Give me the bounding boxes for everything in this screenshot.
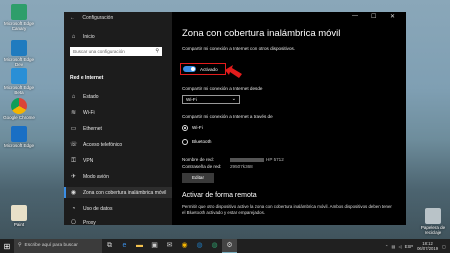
home-icon: ⌂ [71, 34, 76, 40]
radio-wifi-label: Wi-Fi [192, 125, 203, 130]
share-via-label: Compartir mi conexión a Internet a travé… [182, 114, 273, 119]
radio-wifi[interactable] [182, 125, 188, 131]
chrome-taskbar-icon[interactable]: ◉ [177, 239, 192, 253]
edge-dev-icon [11, 40, 27, 56]
nav-item-airplane[interactable]: ✈ Modo avión [70, 174, 109, 180]
remote-section-text: Permitir que otro dispositivo active la … [182, 204, 392, 215]
clock[interactable]: 18:12 06/07/2019 [417, 241, 438, 251]
toggle-state-label: Activado [200, 67, 218, 72]
nav-item-home[interactable]: ⌂ Inicio [70, 34, 95, 40]
system-tray: ⌃ ▤ ◁ ESP 18:12 06/07/2019 ▢ [385, 239, 446, 253]
status-icon: ⌂ [71, 94, 76, 100]
close-button[interactable]: ✕ [390, 13, 395, 20]
desktop-icon-edge-beta[interactable]: Microsoft Edge Beta [2, 68, 36, 95]
chevron-down-icon: ⌄ [231, 96, 236, 102]
edit-button[interactable]: Editar [182, 173, 214, 183]
language-indicator[interactable]: ESP [405, 244, 413, 249]
desktop-icon-recycle-bin[interactable]: Papelera de reciclaje [416, 208, 450, 235]
redacted-block [230, 157, 264, 162]
settings-nav-pane: ← Configuración ⌂ Inicio Buscar una conf… [64, 12, 172, 226]
network-name-value: HP 5712 [230, 157, 284, 162]
network-icon[interactable]: ▤ [391, 244, 395, 249]
nav-item-wifi[interactable]: ≋ Wi-Fi [70, 110, 95, 116]
nav-item-vpn[interactable]: ⚿ VPN [70, 158, 93, 164]
desktop-icon-paint[interactable]: Paint [2, 205, 36, 227]
settings-search-input[interactable]: Buscar una configuración ⚲ [70, 47, 162, 56]
network-name-label: Nombre de red: [182, 157, 214, 162]
notifications-icon[interactable]: ▢ [442, 244, 446, 249]
recycle-bin-icon [425, 208, 441, 224]
radio-bluetooth[interactable] [182, 139, 188, 145]
volume-icon[interactable]: ◁ [398, 244, 401, 249]
radio-bluetooth-label: Bluetooth [192, 139, 212, 144]
search-icon: ⚲ [18, 243, 22, 248]
edge-taskbar-icon[interactable]: e [117, 239, 132, 253]
desktop-icon-edge[interactable]: Microsoft Edge [2, 126, 36, 148]
file-explorer-icon[interactable]: ▬ [132, 239, 147, 253]
nav-item-proxy[interactable]: ⎔ Proxy [70, 220, 96, 226]
phone-icon: ☏ [70, 142, 78, 148]
settings-window: ← Configuración ⌂ Inicio Buscar una conf… [64, 12, 406, 226]
page-title: Zona con cobertura inalámbrica móvil [182, 28, 341, 39]
edge-canary-icon [11, 4, 27, 20]
toggle-knob [191, 67, 195, 71]
settings-taskbar-icon[interactable]: ⚙ [222, 239, 237, 253]
edge-beta-icon [11, 68, 27, 84]
taskbar: ⊞ ⚲ Escribe aquí para buscar ⧉ e ▬ ▣ ✉ ◉… [0, 239, 450, 253]
start-button[interactable]: ⊞ [0, 242, 14, 251]
window-title: ← Configuración [70, 15, 114, 21]
share-connection-label: Compartir mi conexión a Internet con otr… [182, 46, 296, 51]
nav-item-ethernet[interactable]: ▭ Ethernet [70, 126, 102, 132]
section-header: Red e Internet [70, 75, 104, 81]
data-usage-icon: ◔ [71, 206, 76, 212]
back-arrow-icon[interactable]: ← [70, 15, 75, 21]
store-icon[interactable]: ▣ [147, 239, 162, 253]
remote-section-title: Activar de forma remota [182, 192, 257, 199]
proxy-icon: ⎔ [70, 220, 77, 226]
desktop-icon-edge-dev[interactable]: Microsoft Edge Dev [2, 40, 36, 67]
mail-icon[interactable]: ✉ [162, 239, 177, 253]
edge-canary-taskbar-icon[interactable]: ◍ [207, 239, 222, 253]
chevron-up-icon[interactable]: ⌃ [385, 244, 389, 249]
wifi-icon: ≋ [70, 110, 77, 116]
desktop-icon-chrome[interactable]: Google Chrome [2, 98, 36, 120]
maximize-button[interactable]: ☐ [371, 13, 376, 20]
nav-item-dialup[interactable]: ☏ Acceso telefónico [70, 142, 122, 148]
nav-item-data-usage[interactable]: ◔ Uso de datos [70, 206, 113, 212]
hotspot-icon: ◉ [70, 189, 77, 196]
task-view-icon[interactable]: ⧉ [102, 239, 117, 253]
chrome-icon [11, 98, 27, 114]
search-icon: ⚲ [155, 48, 159, 54]
edge-icon [11, 126, 27, 142]
desktop-icon-edge-canary[interactable]: Microsoft Edge Canary [2, 4, 36, 31]
vpn-icon: ⚿ [71, 158, 76, 164]
network-password-value: 29507k368 [230, 164, 253, 169]
hotspot-toggle[interactable] [183, 66, 196, 72]
share-from-label: Compartir mi conexión a Internet desde [182, 86, 263, 91]
taskbar-search-box[interactable]: ⚲ Escribe aquí para buscar [14, 239, 102, 253]
minimize-button[interactable]: — [352, 13, 358, 19]
paint-icon [11, 205, 27, 221]
ethernet-icon: ▭ [70, 126, 77, 132]
edge-dev-taskbar-icon[interactable]: ◍ [192, 239, 207, 253]
red-pointer-arrow-icon [225, 65, 242, 78]
nav-item-hotspot[interactable]: ◉ Zona con cobertura inalámbrica móvil [64, 187, 172, 198]
nav-item-estado[interactable]: ⌂ Estado [70, 94, 99, 100]
airplane-icon: ✈ [70, 174, 77, 180]
share-from-dropdown[interactable]: Wi-Fi ⌄ [182, 95, 240, 104]
network-password-label: Contraseña de red: [182, 164, 222, 169]
hotspot-content-pane: — ☐ ✕ Zona con cobertura inalámbrica móv… [172, 12, 406, 225]
